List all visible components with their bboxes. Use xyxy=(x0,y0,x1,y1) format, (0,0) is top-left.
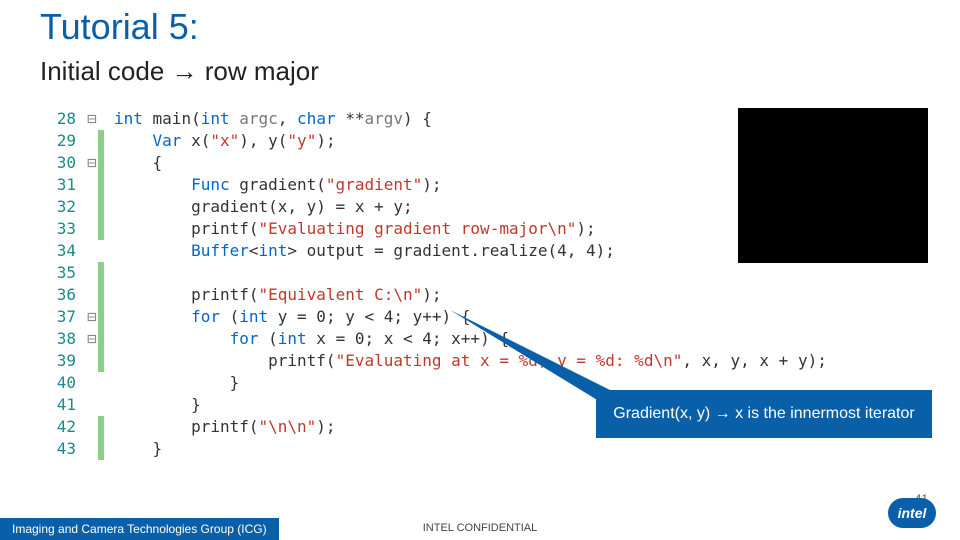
line-number-column: 28293031323334353637383940414243 xyxy=(52,108,76,460)
footer: Imaging and Camera Technologies Group (I… xyxy=(0,512,960,540)
footer-group: Imaging and Camera Technologies Group (I… xyxy=(0,518,279,540)
output-placeholder xyxy=(738,108,928,263)
footer-confidential: INTEL CONFIDENTIAL xyxy=(423,522,538,534)
slide-title: Tutorial 5: xyxy=(40,6,199,48)
callout-box: Gradient(x, y) → x is the innermost iter… xyxy=(596,390,932,438)
intel-logo: intel xyxy=(888,498,944,536)
slide-subtitle: Initial code → row major xyxy=(40,56,319,87)
